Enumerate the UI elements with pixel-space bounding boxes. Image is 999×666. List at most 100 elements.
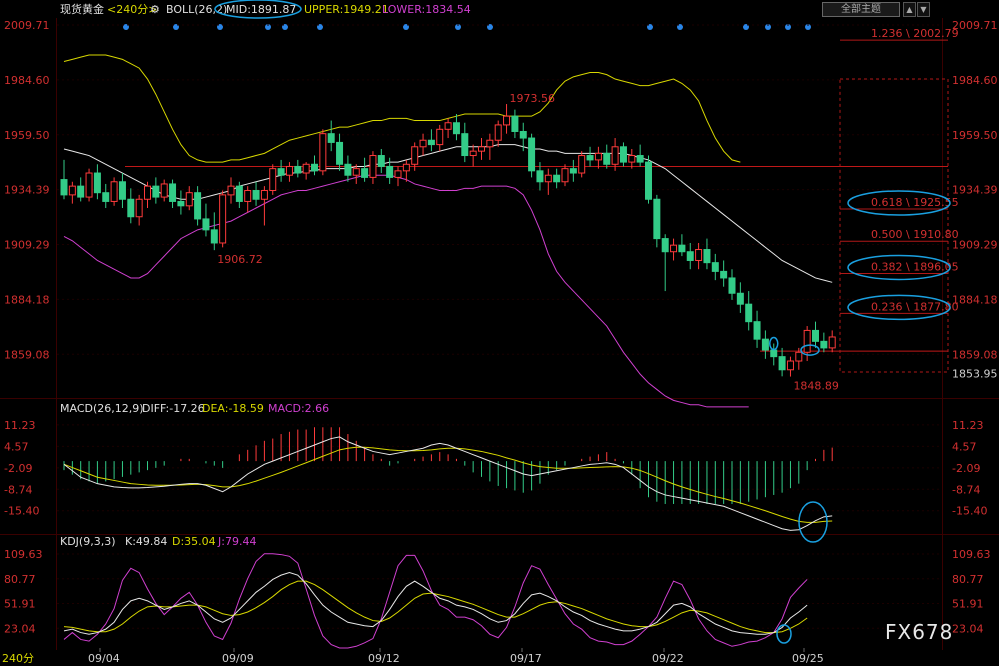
macd-y-tick-left: 11.23 bbox=[4, 419, 36, 432]
candle-body bbox=[503, 115, 511, 126]
candle-body bbox=[210, 229, 218, 244]
current-price-label: 1853.95 bbox=[952, 368, 998, 381]
price-y-tick-left: 1959.50 bbox=[4, 129, 50, 142]
candles bbox=[60, 104, 836, 377]
candle-body bbox=[311, 163, 318, 172]
x-tick-label: 09/22 bbox=[652, 652, 684, 665]
candle-body bbox=[511, 115, 519, 132]
macd-y-tick-right: -15.40 bbox=[952, 505, 987, 518]
symbol-label: 现货黄金 bbox=[60, 2, 104, 16]
candle-body bbox=[60, 179, 68, 196]
candle-body bbox=[536, 170, 544, 183]
candle-body bbox=[686, 251, 694, 261]
x-axis-ticks: 09/04 09/09 09/12 09/17 09/22 09/25 bbox=[88, 648, 824, 665]
candle-body bbox=[745, 303, 753, 323]
kdj-y-tick-right: 80.77 bbox=[952, 573, 984, 586]
kdj-j-label: J:79.44 bbox=[217, 535, 256, 548]
candle-body bbox=[277, 168, 285, 176]
candle-body bbox=[494, 124, 502, 141]
candle-body bbox=[344, 163, 352, 176]
candle-body bbox=[678, 244, 686, 253]
kdj-y-tick-left: 23.04 bbox=[4, 622, 36, 635]
candle-body bbox=[703, 249, 711, 264]
candle-body bbox=[361, 168, 369, 178]
candle-body bbox=[352, 168, 360, 176]
scroll-up-button[interactable]: ▲ bbox=[903, 2, 916, 17]
candle-body bbox=[177, 200, 185, 207]
kdj-y-tick-right: 23.04 bbox=[952, 622, 984, 635]
candle-body bbox=[169, 183, 177, 202]
x-tick-label: 09/25 bbox=[792, 652, 824, 665]
candle-body bbox=[812, 329, 819, 342]
candle-body bbox=[394, 170, 402, 178]
candle-body bbox=[569, 168, 577, 174]
x-tick-label: 09/09 bbox=[222, 652, 254, 665]
price-y-tick-left: 1909.29 bbox=[4, 239, 50, 252]
candle-body bbox=[728, 277, 736, 294]
kdj-grid bbox=[57, 553, 942, 629]
candle-body bbox=[586, 155, 594, 161]
candle-body bbox=[294, 165, 302, 174]
candle-body bbox=[761, 338, 769, 351]
macd-value-label: MACD:2.66 bbox=[268, 402, 329, 415]
watermark: FX678 bbox=[885, 620, 954, 644]
candle-body bbox=[252, 190, 260, 200]
fib-level-label: 1.236 \ 2002.79 bbox=[871, 27, 959, 40]
candle-body bbox=[770, 349, 778, 358]
candle-body bbox=[636, 155, 644, 163]
candle-body bbox=[244, 190, 252, 202]
chart-canvas[interactable]: 现货黄金 <240分> ⚙ BOLL(26,2) MID:1891.87 UPP… bbox=[0, 0, 999, 666]
candle-body bbox=[594, 152, 602, 161]
candle-body bbox=[619, 146, 627, 163]
candle-body bbox=[319, 133, 327, 172]
x-tick-label: 09/17 bbox=[510, 652, 542, 665]
candle-body bbox=[478, 146, 485, 152]
candle-body bbox=[645, 161, 652, 200]
candle-body bbox=[461, 133, 469, 157]
candle-body bbox=[336, 141, 344, 165]
candle-body bbox=[553, 174, 561, 183]
scroll-down-button[interactable]: ▼ bbox=[917, 2, 930, 17]
boll-upper-line bbox=[63, 54, 741, 163]
kdj-title: KDJ(9,3,3) bbox=[60, 535, 116, 548]
price-y-tick-right: 1884.18 bbox=[952, 293, 998, 306]
candle-body bbox=[219, 194, 227, 244]
kdj-y-tick-left: 80.77 bbox=[4, 573, 36, 586]
candle-body bbox=[102, 192, 110, 202]
candle-body bbox=[260, 190, 268, 200]
candle-body bbox=[469, 150, 477, 157]
candle-body bbox=[695, 249, 703, 261]
candle-body bbox=[285, 165, 293, 176]
macd-y-tick-right: -8.74 bbox=[952, 483, 980, 496]
candle-body bbox=[786, 360, 794, 371]
macd-lines bbox=[63, 436, 833, 531]
candle-body bbox=[720, 270, 728, 279]
macd-diff-line bbox=[63, 436, 833, 531]
boll-upper-label: UPPER:1949.21 bbox=[304, 3, 389, 16]
boll-mid-line bbox=[63, 144, 833, 283]
candle-body bbox=[452, 122, 460, 135]
settings-icon[interactable]: ⚙ bbox=[150, 3, 160, 16]
kdj-y-tick-right: 109.63 bbox=[952, 548, 991, 561]
kdj-y-tick-left: 109.63 bbox=[4, 548, 43, 561]
candle-body bbox=[235, 185, 243, 202]
candle-body bbox=[753, 321, 761, 340]
macd-grid bbox=[57, 424, 942, 512]
candle-body bbox=[486, 139, 494, 148]
candle-body bbox=[194, 192, 202, 220]
candle-body bbox=[528, 137, 536, 172]
macd-title: MACD(26,12,9) bbox=[60, 402, 144, 415]
boll-lower-label: LOWER:1834.54 bbox=[382, 3, 471, 16]
theme-selector[interactable]: 全部主题 bbox=[822, 2, 900, 17]
candle-body bbox=[110, 181, 118, 202]
candle-body bbox=[828, 336, 836, 349]
corner-period-label: 240分 bbox=[2, 652, 34, 665]
price-extreme-label: 1906.72 bbox=[217, 253, 262, 266]
candle-body bbox=[519, 130, 527, 139]
price-annotations: 1973.56 1906.72 1848.89 bbox=[217, 92, 839, 393]
kdj-k-label: K:49.84 bbox=[125, 535, 167, 548]
macd-y-tick-right: 4.57 bbox=[952, 440, 977, 453]
macd-y-tick-right: -2.09 bbox=[952, 462, 980, 475]
price-y-tick-right: 1859.08 bbox=[952, 348, 998, 361]
price-y-tick-left: 1884.18 bbox=[4, 293, 50, 306]
